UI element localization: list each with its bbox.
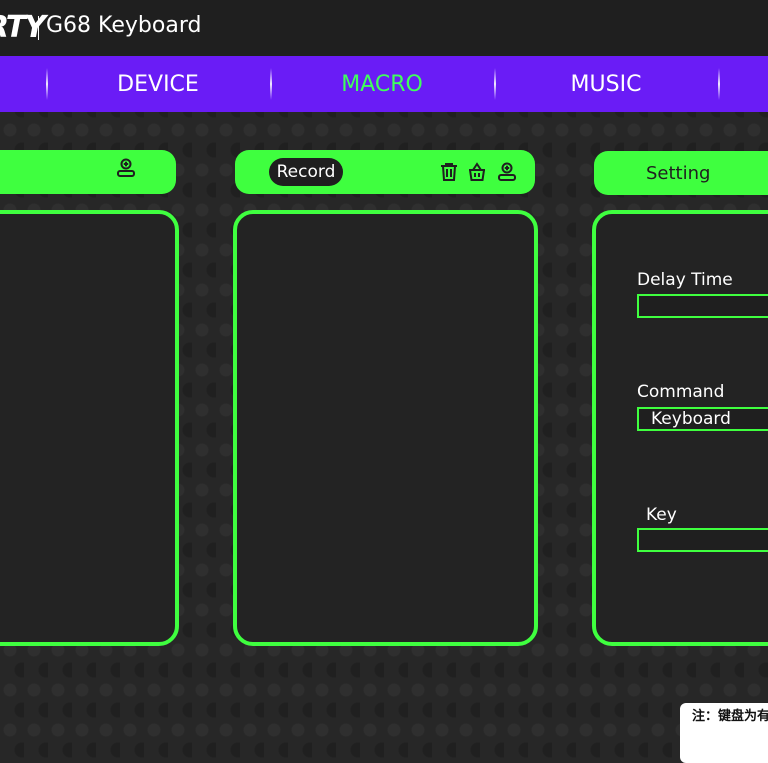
tab-macro[interactable]: MACRO <box>272 56 492 112</box>
macro-list-header <box>0 150 176 194</box>
basket-icon[interactable] <box>467 162 487 182</box>
app-title: G68 Keyboard <box>46 13 202 38</box>
add-icon[interactable] <box>497 162 517 182</box>
delay-time-input[interactable] <box>637 294 768 318</box>
command-label: Command <box>637 382 725 402</box>
command-select[interactable]: Keyboard <box>637 407 768 431</box>
setting-title: Setting <box>646 163 711 184</box>
key-label: Key <box>646 505 677 525</box>
app-header: RTY G68 Keyboard <box>0 0 768 56</box>
tab-device[interactable]: DEVICE <box>48 56 268 112</box>
setting-header: Setting <box>594 151 768 195</box>
trash-icon[interactable] <box>439 162 459 182</box>
macro-list-panel <box>0 210 179 646</box>
record-button[interactable]: Record <box>269 158 343 186</box>
brand-divider <box>38 16 39 40</box>
add-icon[interactable] <box>116 158 136 178</box>
record-header: Record <box>235 150 535 194</box>
tab-music[interactable]: MUSIC <box>496 56 716 112</box>
main-nav: DEVICE MACRO MUSIC <box>0 56 768 112</box>
setting-panel: Delay Time Command Keyboard Key <box>592 210 768 646</box>
key-input[interactable] <box>637 528 768 552</box>
note-badge: 注：键盘为有 <box>680 703 768 763</box>
nav-separator <box>718 68 720 100</box>
record-panel <box>233 210 538 646</box>
delay-time-field[interactable] <box>651 296 768 317</box>
key-field[interactable] <box>651 530 768 551</box>
delay-time-label: Delay Time <box>637 270 733 290</box>
